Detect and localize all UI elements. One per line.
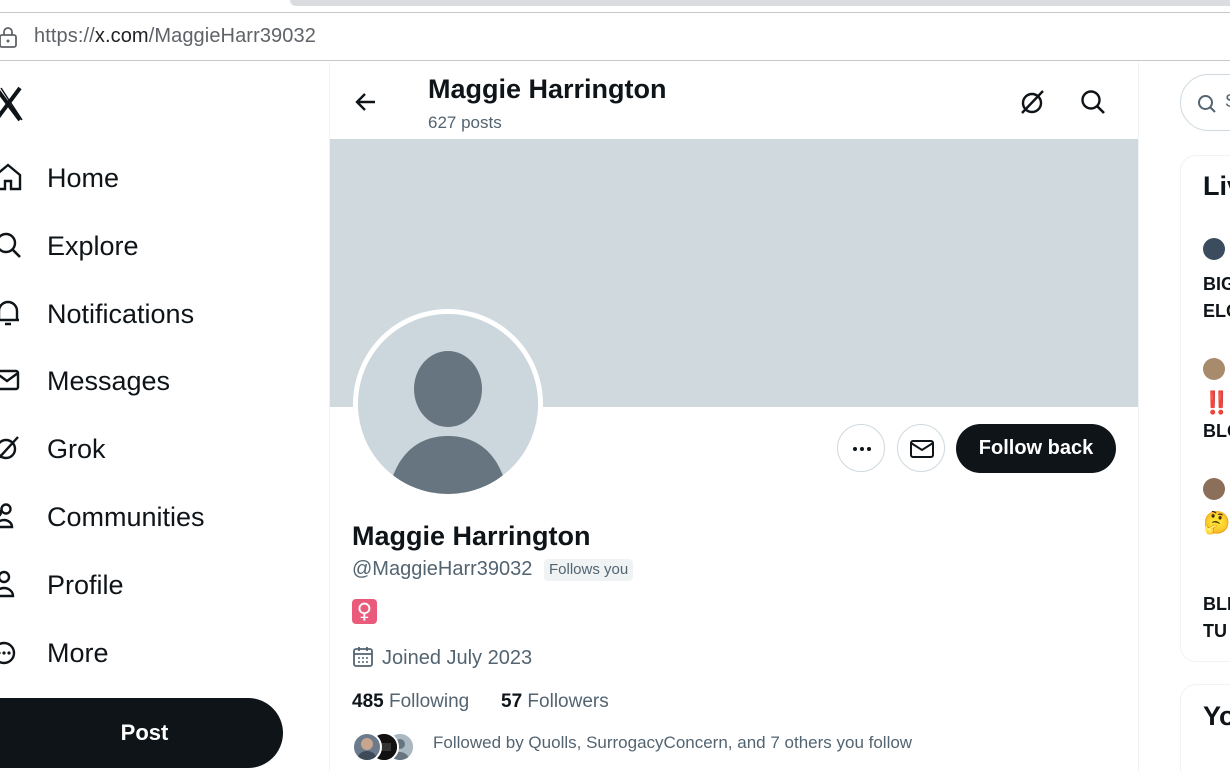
left-nav: Home Explore Notifications Messages Grok… [0, 62, 330, 771]
host-avatar[interactable] [1203, 238, 1225, 260]
nav-label-messages: Messages [47, 366, 171, 396]
nav-label-explore: Explore [47, 231, 139, 261]
nav-label-more: More [47, 638, 109, 668]
right-sidebar: Se Liv BIG ELO ‼️ BLO 🤔 BLI TU Yo [1140, 62, 1230, 771]
search-icon[interactable] [1080, 89, 1106, 115]
nav-label-home: Home [47, 163, 120, 193]
profile-column: Maggie Harrington 627 posts Follow back … [329, 62, 1139, 771]
profile-header-bar: Maggie Harrington 627 posts [330, 62, 1138, 139]
grok-icon [0, 436, 19, 460]
live-item-emoji[interactable]: ‼️ [1203, 391, 1230, 416]
profile-avatar[interactable] [353, 309, 543, 499]
bio-female-sign-emoji: ♀ [352, 599, 377, 624]
following-link[interactable]: 485 Following [352, 691, 469, 713]
envelope-icon [910, 440, 934, 458]
followers-link[interactable]: 57 Followers [501, 691, 609, 713]
back-arrow-icon[interactable] [354, 90, 378, 114]
followers-count: 57 [501, 691, 523, 712]
nav-label-profile: Profile [47, 570, 124, 600]
followed-by-text[interactable]: Followed by Quolls, SurrogacyConcern, an… [433, 733, 912, 753]
search-input[interactable]: Se [1180, 74, 1230, 131]
ellipsis-icon [853, 447, 871, 451]
home-icon [0, 163, 22, 191]
post-button[interactable]: Post [0, 698, 283, 768]
live-card-title: Liv [1203, 171, 1230, 201]
header-display-name: Maggie Harrington [428, 74, 667, 104]
grok-icon[interactable] [1019, 89, 1045, 115]
bell-icon [0, 300, 19, 326]
joined-text: Joined July 2023 [382, 647, 533, 669]
follower-avatar[interactable] [352, 732, 382, 762]
follow-back-button[interactable]: Follow back [956, 424, 1116, 473]
you-card-title: Yo [1203, 701, 1230, 731]
live-item-title-line[interactable]: BLI [1203, 591, 1230, 618]
search-icon [0, 232, 21, 258]
address-bar[interactable]: https://x.com/MaggieHarr39032 [0, 12, 1230, 61]
header-post-count: 627 posts [428, 113, 502, 132]
live-item-emoji[interactable]: 🤔 [1203, 511, 1230, 536]
browser-tab-strip [290, 0, 1230, 6]
message-button[interactable] [897, 424, 945, 472]
host-avatar[interactable] [1203, 478, 1225, 500]
envelope-icon [0, 369, 20, 391]
profile-handle: @MaggieHarr39032 [352, 558, 533, 580]
url-text[interactable]: https://x.com/MaggieHarr39032 [34, 25, 316, 48]
people-icon [0, 503, 14, 529]
nav-label-grok: Grok [47, 434, 106, 464]
search-placeholder: Se [1225, 91, 1230, 112]
live-item-title-line[interactable]: ELO [1203, 298, 1230, 325]
following-count: 485 [352, 691, 384, 712]
live-item-title-line[interactable]: TU [1203, 618, 1227, 645]
profile-display-name: Maggie Harrington [352, 521, 591, 551]
nav-label-notifications: Notifications [47, 299, 195, 329]
following-label: Following [388, 691, 470, 712]
host-avatar[interactable] [1203, 358, 1225, 380]
live-on-x-card: Liv BIG ELO ‼️ BLO 🤔 BLI TU [1180, 155, 1230, 662]
follows-you-badge: Follows you [544, 559, 634, 581]
x-logo-icon[interactable] [0, 86, 24, 122]
default-avatar-icon [358, 314, 538, 494]
you-might-like-card: Yo [1180, 684, 1230, 771]
nav-label-communities: Communities [47, 502, 205, 532]
calendar-icon [353, 647, 373, 667]
person-icon [0, 570, 15, 598]
followers-label: Followers [527, 691, 609, 712]
more-circle-icon [0, 641, 16, 665]
search-icon [1198, 95, 1216, 113]
post-button-label: Post [120, 720, 169, 745]
lock-icon[interactable] [0, 26, 18, 48]
live-item-title-line[interactable]: BLO [1203, 418, 1230, 445]
live-item-title-line[interactable]: BIG [1203, 271, 1230, 298]
more-options-button[interactable] [837, 424, 885, 472]
